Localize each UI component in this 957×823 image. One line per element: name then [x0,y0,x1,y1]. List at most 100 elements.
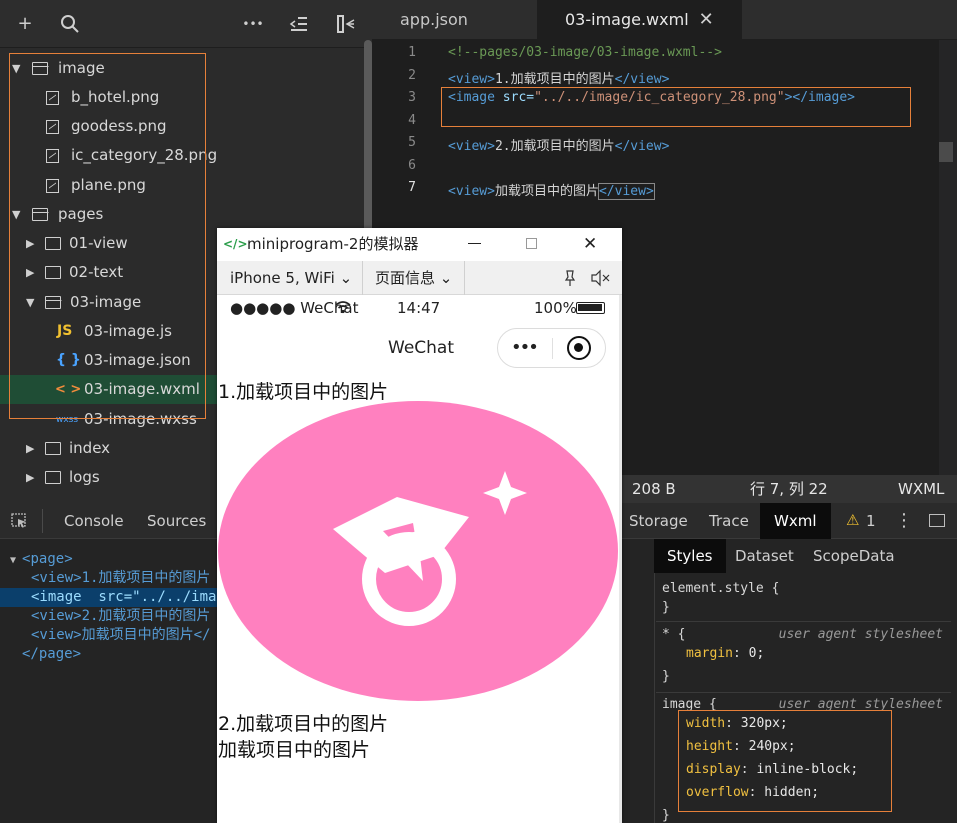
line-number: 3 [408,90,416,105]
cursor-position[interactable]: 行 7, 列 22 [750,475,828,503]
clock: 14:47 [397,299,441,317]
folder-icon [45,442,61,455]
device-select[interactable]: iPhone 5, WiFi ⌄ [230,261,352,295]
dom-node-page-close[interactable]: </page> [22,645,81,664]
more-vertical-icon[interactable]: ⋮ [895,503,913,539]
styles-panel: Styles Dataset ScopeData element.style {… [622,539,957,823]
style-property: overflow: hidden; [686,785,820,800]
tree-file-b-hotel[interactable]: b_hotel.png [0,83,362,112]
line-number: 2 [408,68,416,83]
user-agent-label: user agent stylesheet [778,627,943,642]
tree-item-label: pages [58,205,104,223]
prop-name: height [686,739,733,754]
styles-subtabs: Styles Dataset ScopeData [654,539,957,573]
close-mini-program-icon[interactable] [567,336,591,360]
page-info-select[interactable]: 页面信息 ⌄ [375,261,452,295]
close-icon[interactable]: ✕ [699,9,714,30]
chevron-down-icon[interactable]: ▼ [26,288,38,317]
language-mode[interactable]: WXML [898,475,944,503]
rule-universal: * { user agent stylesheet margin: 0; } [656,623,951,693]
dom-node-view[interactable]: <view>1.加载项目中的图片 [31,569,210,588]
tab-wxml[interactable]: Wxml [760,503,831,539]
json-icon: { } [56,352,81,368]
wechat-navbar: WeChat ••• [217,321,622,376]
tab-app-json[interactable]: app.json [372,0,496,40]
tab-storage[interactable]: Storage [629,503,688,539]
tab-styles[interactable]: Styles [654,539,726,573]
code-token: </view> [614,72,670,87]
chevron-right-icon[interactable]: ▶ [26,229,38,258]
code-token: 2.加载项目中的图片 [494,139,615,154]
prop-value: 320px; [740,716,788,731]
chevron-down-icon[interactable]: ▼ [12,200,24,229]
dock-icon[interactable] [929,514,945,527]
divider [552,338,553,359]
tree-item-label: 03-image.json [84,351,191,369]
rule-close: } [662,600,670,615]
chevron-right-icon[interactable]: ▶ [26,463,38,492]
search-icon[interactable] [58,12,82,36]
close-icon[interactable]: ✕ [583,228,597,261]
page-info-label: 页面信息 [375,269,436,287]
minimize-icon[interactable] [468,243,481,244]
outdent-icon[interactable] [287,12,311,36]
device-label: iPhone 5, WiFi [230,269,335,287]
code-line-7: <view>加载项目中的图片</view> [448,180,655,200]
tree-item-label: plane.png [71,176,146,194]
chevron-down-icon[interactable]: ▼ [12,54,24,83]
tree-folder-pages[interactable]: ▼ pages [0,200,362,229]
dom-tag: <view>1.加载项目中的图片 [31,570,211,586]
maximize-icon[interactable] [526,238,537,249]
divider [42,509,43,533]
simulator-scrollbar[interactable] [619,295,622,823]
style-property: width: 320px; [686,716,788,731]
capsule-button: ••• [497,328,606,368]
tab-trace[interactable]: Trace [709,503,749,539]
code-icon: </> [223,237,248,251]
split-view-icon[interactable] [334,12,358,36]
tree-folder-image[interactable]: ▼ image [0,54,362,83]
tab-label: app.json [400,10,468,29]
tree-file-plane[interactable]: plane.png [0,171,362,200]
code-line-1: <!--pages/03-image/03-image.wxml--> [448,45,722,60]
prop-value: hidden; [764,785,820,800]
prop-name: display [686,762,741,777]
wxml-icon: < > [55,382,82,397]
file-size: 208 B [632,480,676,498]
code-token: 加载项目中的图片 [494,184,599,199]
tab-dataset[interactable]: Dataset [735,539,794,573]
chevron-right-icon[interactable]: ▶ [26,434,38,463]
code-token: "../../image/ic_category_28.png" [534,90,785,105]
image-file-icon [46,149,59,163]
dom-node-view[interactable]: <view>2.加载项目中的图片 [31,607,210,626]
prop-value: 240px; [748,739,796,754]
warning-icon[interactable]: ⚠ [846,511,859,529]
add-icon[interactable]: + [13,12,37,36]
folder-icon [45,237,61,250]
tree-file-goodess[interactable]: goodess.png [0,112,362,141]
tab-03-image-wxml[interactable]: 03-image.wxml ✕ [537,0,742,40]
tree-file-ic-category[interactable]: ic_category_28.png [0,141,362,170]
more-icon[interactable]: ••• [511,337,539,358]
scroll-thumb[interactable] [939,142,953,162]
inspect-icon[interactable] [11,513,28,529]
rule-image: image { user agent stylesheet width: 320… [656,693,951,823]
editor-scrollbar[interactable] [939,40,957,475]
tree-item-label: 02-text [69,263,124,281]
tab-console[interactable]: Console [64,503,124,539]
rule-close: } [662,808,670,823]
dom-node-page[interactable]: ▼ <page> [10,550,73,569]
more-icon[interactable]: ••• [241,12,265,36]
page-text-3: 加载项目中的图片 [218,739,371,761]
code-line-5: <view>2.加载项目中的图片</view> [448,135,669,154]
warning-count[interactable]: 1 [866,503,876,539]
chevron-down-icon[interactable]: ▼ [10,555,22,566]
tab-scopedata[interactable]: ScopeData [813,539,895,573]
dom-node-view[interactable]: <view>加载项目中的图片</ [31,626,210,645]
folder-open-icon [32,62,48,75]
chevron-right-icon[interactable]: ▶ [26,258,38,287]
line-number: 1 [408,45,416,60]
tab-sources[interactable]: Sources [147,503,206,539]
code-token: </view> [614,139,670,154]
category-image [217,401,619,701]
